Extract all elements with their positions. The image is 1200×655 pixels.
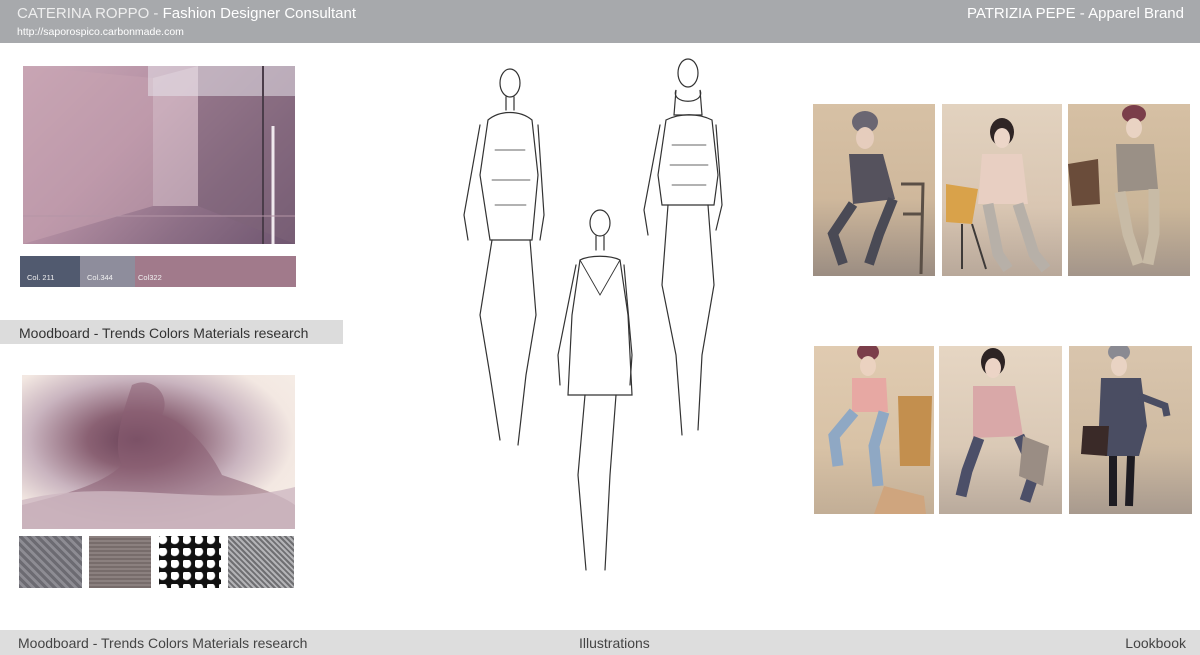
title-separator: - <box>149 5 163 22</box>
lookbook-photo <box>1068 104 1190 276</box>
fabric-lace-swatch <box>159 536 221 588</box>
architecture-photo <box>23 66 295 244</box>
lookbook-photo <box>1069 346 1192 514</box>
portfolio-url[interactable]: http://saporospico.carbonmade.com <box>17 26 184 38</box>
header-bar: CATERINA ROPPO - Fashion Designer Consul… <box>0 0 1200 43</box>
brand-title: PATRIZIA PEPE - Apparel Brand <box>966 5 1184 22</box>
fabric-herringbone-swatch <box>228 536 294 588</box>
fashion-illustrations <box>440 55 740 590</box>
sketch-figure-right <box>643 58 723 436</box>
lookbook-photo <box>939 346 1062 514</box>
swatch-col-211: Col. 211 <box>20 256 80 287</box>
color-swatches: Col. 211 Col.344 Col322 <box>20 256 296 287</box>
footer-lookbook: Lookbook <box>1125 635 1186 651</box>
moodboard-label: Moodboard - Trends Colors Materials rese… <box>0 320 343 344</box>
designer-role: Fashion Designer Consultant <box>162 5 357 22</box>
lookbook-photo <box>942 104 1062 276</box>
swatch-col-344: Col.344 <box>80 256 135 287</box>
designer-name: CATERINA ROPPO <box>17 5 150 22</box>
sketch-figure-left <box>463 68 545 446</box>
sketch-figure-center <box>557 209 633 571</box>
footer-moodboard: Moodboard - Trends Colors Materials rese… <box>18 635 308 651</box>
swatch-col-322: Col322 <box>135 256 296 287</box>
ink-cloud-photo <box>22 375 295 529</box>
footer-illustrations: Illustrations <box>579 635 650 651</box>
fabric-tweed-swatch <box>89 536 151 588</box>
moodboard-label-text: Moodboard - Trends Colors Materials rese… <box>19 325 309 341</box>
designer-title: CATERINA ROPPO - Fashion Designer Consul… <box>17 5 356 22</box>
footer-bar: Moodboard - Trends Colors Materials rese… <box>0 630 1200 655</box>
lookbook-photo <box>814 346 934 514</box>
fabric-knit-swatch <box>19 536 82 588</box>
lookbook-photo <box>813 104 935 276</box>
